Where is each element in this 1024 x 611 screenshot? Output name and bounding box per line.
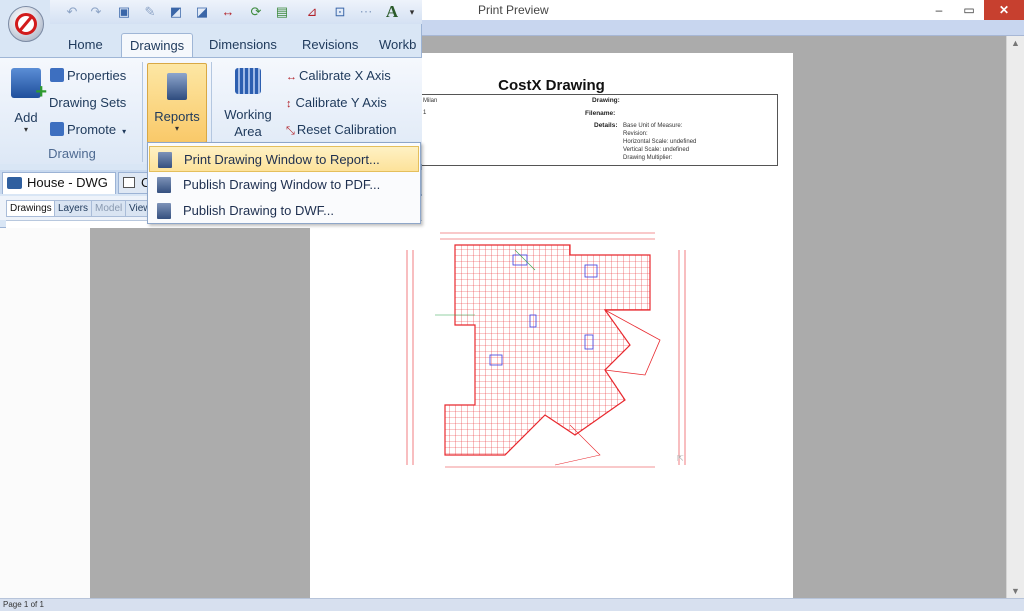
text-icon[interactable]: A: [384, 3, 400, 20]
tab-revisions[interactable]: Revisions: [294, 33, 366, 58]
reset-calibration-button[interactable]: ⤡ Reset Calibration: [286, 122, 397, 138]
promote-button[interactable]: Promote ▾: [50, 122, 126, 137]
page-status: Page 1 of 1: [3, 600, 44, 609]
redo-icon[interactable]: ↷: [88, 4, 104, 20]
details-line: Base Unit of Measure:: [623, 123, 683, 129]
promote-icon: [50, 122, 64, 136]
add-dimension-icon[interactable]: ◩: [168, 4, 184, 20]
reports-label: Reports: [154, 109, 200, 124]
measure-icon[interactable]: ↔: [220, 4, 236, 20]
qat-customize-icon[interactable]: ▾: [404, 4, 420, 20]
reset-calibration-icon: ⤡: [286, 125, 295, 137]
add-button[interactable]: + Add ▾: [8, 68, 47, 134]
doc-tab-house[interactable]: House - DWG 2: [2, 172, 116, 210]
chart-icon[interactable]: ⊿: [304, 4, 320, 20]
layers-icon[interactable]: ▤: [274, 4, 290, 20]
grid-icon[interactable]: ⋯: [358, 4, 374, 20]
dwf-icon: [157, 203, 171, 219]
details-line: Revision:: [623, 131, 648, 137]
filename-label: Filename:: [585, 110, 616, 117]
drawing-sets-button[interactable]: Drawing Sets: [49, 95, 126, 110]
floor-plan-drawing: ⇱: [406, 232, 686, 468]
working-area-button[interactable]: Working Area: [217, 68, 279, 140]
calibrate-y-button[interactable]: ↕ Calibrate Y Axis: [286, 95, 387, 110]
group-separator: [142, 62, 143, 162]
quick-access-toolbar: ↶ ↷ ▣ ✎ ◩ ◪ ↔ ⟳ ▤ ⊿ ⊡ ⋯ A ▾: [50, 0, 422, 24]
menu-print-drawing-window-to-report[interactable]: Print Drawing Window to Report...: [149, 146, 419, 172]
subtab-layers[interactable]: Layers: [54, 200, 93, 217]
svg-text:⇱: ⇱: [677, 454, 684, 463]
tab-drawings[interactable]: Drawings: [121, 33, 194, 58]
maximize-button[interactable]: ▭: [954, 0, 984, 20]
ribbon-tabs: Home Drawings Dimensions Revisions Workb: [50, 33, 424, 58]
select-icon[interactable]: ⊡: [332, 4, 348, 20]
details-label: Details:: [594, 122, 618, 129]
table-doc-icon: [123, 177, 135, 188]
info-left-field-2: 1: [423, 110, 427, 116]
drawing-doc-icon: [7, 177, 22, 189]
drawing-group-label: Drawing: [48, 146, 96, 161]
scroll-up-icon[interactable]: ▲: [1011, 38, 1020, 48]
add-dropdown-icon: ▾: [23, 125, 28, 134]
status-bar: Page 1 of 1: [0, 598, 1024, 611]
add-label: Add: [14, 110, 38, 125]
close-button[interactable]: ✕: [984, 0, 1024, 20]
properties-icon: [50, 68, 64, 82]
pdf-icon: [157, 177, 171, 193]
pencil-icon[interactable]: ✎: [142, 4, 158, 20]
application-menu-button[interactable]: [8, 6, 44, 42]
tab-workbook[interactable]: Workb: [371, 33, 424, 58]
drawing-label: Drawing:: [592, 97, 620, 104]
doc-tab-second[interactable]: C: [118, 172, 150, 194]
calibrate-x-icon: ↔: [286, 71, 297, 83]
reports-button[interactable]: Reports ▾: [147, 63, 207, 143]
info-left-field-1: Milan: [423, 98, 438, 104]
preview-gutter: [90, 226, 310, 598]
save-icon[interactable]: ▣: [116, 4, 132, 20]
working-area-icon: [235, 68, 261, 94]
add-drawing-icon: +: [11, 68, 47, 102]
subtab-model[interactable]: Model: [91, 200, 127, 217]
report-icon: [158, 152, 172, 168]
reports-icon: [167, 73, 187, 100]
costx-logo-icon: [15, 13, 37, 35]
tab-dimensions[interactable]: Dimensions: [201, 33, 285, 58]
reports-menu: Print Drawing Window to Report... Publis…: [147, 142, 421, 224]
menu-publish-drawing-to-dwf[interactable]: Publish Drawing to DWF...: [149, 198, 419, 224]
refresh-icon[interactable]: ⟳: [248, 4, 264, 20]
minimize-button[interactable]: –: [924, 0, 954, 20]
scroll-down-icon[interactable]: ▼: [1011, 586, 1020, 596]
preview-title: Print Preview: [478, 3, 549, 17]
tab-home[interactable]: Home: [60, 33, 111, 58]
markup-icon[interactable]: ◪: [194, 4, 210, 20]
subtab-drawings[interactable]: Drawings: [6, 200, 56, 217]
undo-icon[interactable]: ↶: [64, 4, 80, 20]
reports-dropdown-icon: ▾: [174, 124, 179, 133]
preview-vertical-scrollbar[interactable]: ▲ ▼: [1006, 36, 1024, 598]
menu-publish-drawing-window-to-pdf[interactable]: Publish Drawing Window to PDF...: [149, 172, 419, 198]
details-line: Horizontal Scale: undefined: [623, 139, 697, 145]
details-line: Vertical Scale: undefined: [623, 147, 690, 153]
subtab-view[interactable]: View: [125, 200, 149, 217]
calibrate-y-icon: ↕: [286, 98, 292, 110]
calibrate-x-button[interactable]: ↔ Calibrate X Axis: [286, 68, 391, 83]
details-line: Drawing Multiplier:: [623, 155, 673, 161]
working-area-label: Working Area: [224, 107, 272, 139]
properties-button[interactable]: Properties: [50, 68, 126, 83]
